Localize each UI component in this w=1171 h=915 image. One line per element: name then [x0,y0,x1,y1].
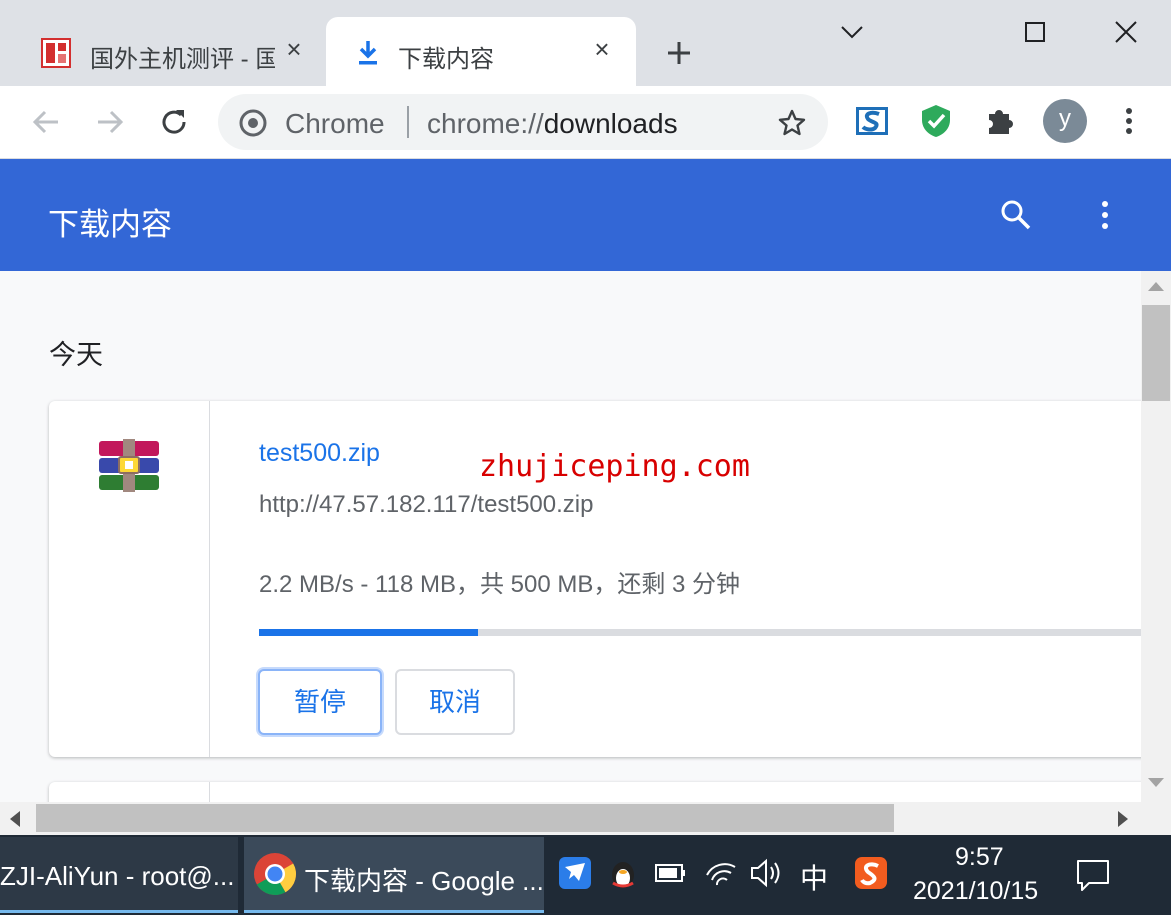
chrome-logo-icon [239,109,267,137]
clock-time[interactable]: 9:57 [955,843,1004,872]
page-title: 下载内容 [48,207,172,242]
url-path: downloads [543,108,678,139]
downloads-header: 下载内容 [0,159,1171,271]
taskbar-item-terminal[interactable]: ZJI-AliYun - root@... [0,837,238,913]
taskbar-item-label: 下载内容 - Google ... [304,866,544,896]
vertical-scroll-thumb[interactable] [1142,305,1170,401]
download-progress-fill [259,629,479,636]
battery-icon[interactable] [653,855,689,891]
tab-title: 下载内容 [398,46,494,73]
toolbar: Chrome chrome://downloads y [0,86,1171,159]
url-text[interactable]: chrome://downloads [427,108,678,140]
search-icon[interactable] [998,197,1034,233]
volume-icon[interactable] [748,855,784,891]
site-favicon-icon [41,38,71,68]
chevron-down-icon[interactable] [834,14,870,50]
wifi-icon[interactable] [703,855,739,891]
file-source-url[interactable]: http://47.57.182.117/test500.zip [259,491,593,519]
more-menu-icon[interactable] [1110,102,1148,140]
close-tab-icon[interactable]: × [282,36,306,62]
close-window-icon[interactable] [1108,14,1144,50]
downloads-list: 今天 test500.zip zhujiceping.com http://47… [0,271,1141,802]
url-scheme: chrome:// [427,108,544,139]
ime-indicator[interactable]: 中 [800,857,828,897]
scroll-down-arrow-icon[interactable] [1146,776,1166,790]
maximize-icon[interactable] [1017,14,1053,50]
scrollbar-corner [1141,802,1171,835]
notification-center-icon[interactable] [1075,857,1111,893]
s-extension-icon[interactable] [853,102,891,140]
clock-date[interactable]: 2021/10/15 [913,877,1038,906]
download-item: test500.zip zhujiceping.com http://47.57… [49,401,1141,757]
tab-title: 国外主机测评 - 国 [90,46,275,73]
download-item [49,782,1141,802]
cancel-button[interactable]: 取消 [395,669,515,735]
winrar-archive-icon [99,439,159,492]
taskbar-item-label: ZJI-AliYun - root@... [0,861,235,891]
back-arrow-icon[interactable] [26,102,66,142]
shield-check-icon[interactable] [917,102,955,140]
date-section-label: 今天 [49,340,103,370]
card-divider [209,782,210,802]
vertical-scrollbar[interactable] [1141,271,1171,802]
profile-avatar[interactable]: y [1043,99,1087,143]
new-tab-icon[interactable] [662,36,696,70]
scroll-right-arrow-icon[interactable] [1116,810,1130,828]
horizontal-scrollbar[interactable] [0,802,1141,835]
reload-icon[interactable] [154,102,194,142]
bird-app-tray-icon[interactable] [557,855,593,891]
puzzle-extensions-icon[interactable] [981,102,1019,140]
download-progress-bar [259,629,1141,636]
qq-penguin-tray-icon[interactable] [605,855,641,891]
scroll-up-arrow-icon[interactable] [1146,279,1166,293]
tab-site[interactable]: 国外主机测评 - 国 × [24,17,314,86]
card-divider [209,401,210,757]
tab-strip: 国外主机测评 - 国 × 下载内容 × [0,0,1171,86]
download-status: 2.2 MB/s - 118 MB，共 500 MB，还剩 3 分钟 [259,571,741,598]
tab-downloads[interactable]: 下载内容 × [326,17,636,86]
file-name-link[interactable]: test500.zip [259,439,380,468]
pause-button[interactable]: 暂停 [258,669,382,735]
windows-taskbar: ZJI-AliYun - root@... 下载内容 - Google ... … [0,835,1171,915]
chrome-app-icon [254,853,297,896]
address-bar[interactable]: Chrome chrome://downloads [218,94,828,150]
forward-arrow-icon[interactable] [90,102,130,142]
sogou-input-tray-icon[interactable] [853,855,889,891]
download-icon [359,41,377,65]
close-tab-icon[interactable]: × [590,36,614,62]
omnibox-divider [407,106,409,138]
scroll-left-arrow-icon[interactable] [8,810,22,828]
horizontal-scroll-thumb[interactable] [36,804,894,832]
site-chip-label: Chrome [285,108,385,139]
more-actions-icon[interactable] [1087,197,1123,233]
taskbar-item-chrome[interactable]: 下载内容 - Google ... [244,837,544,913]
watermark-text: zhujiceping.com [479,449,750,484]
bookmark-star-icon[interactable] [776,107,808,139]
